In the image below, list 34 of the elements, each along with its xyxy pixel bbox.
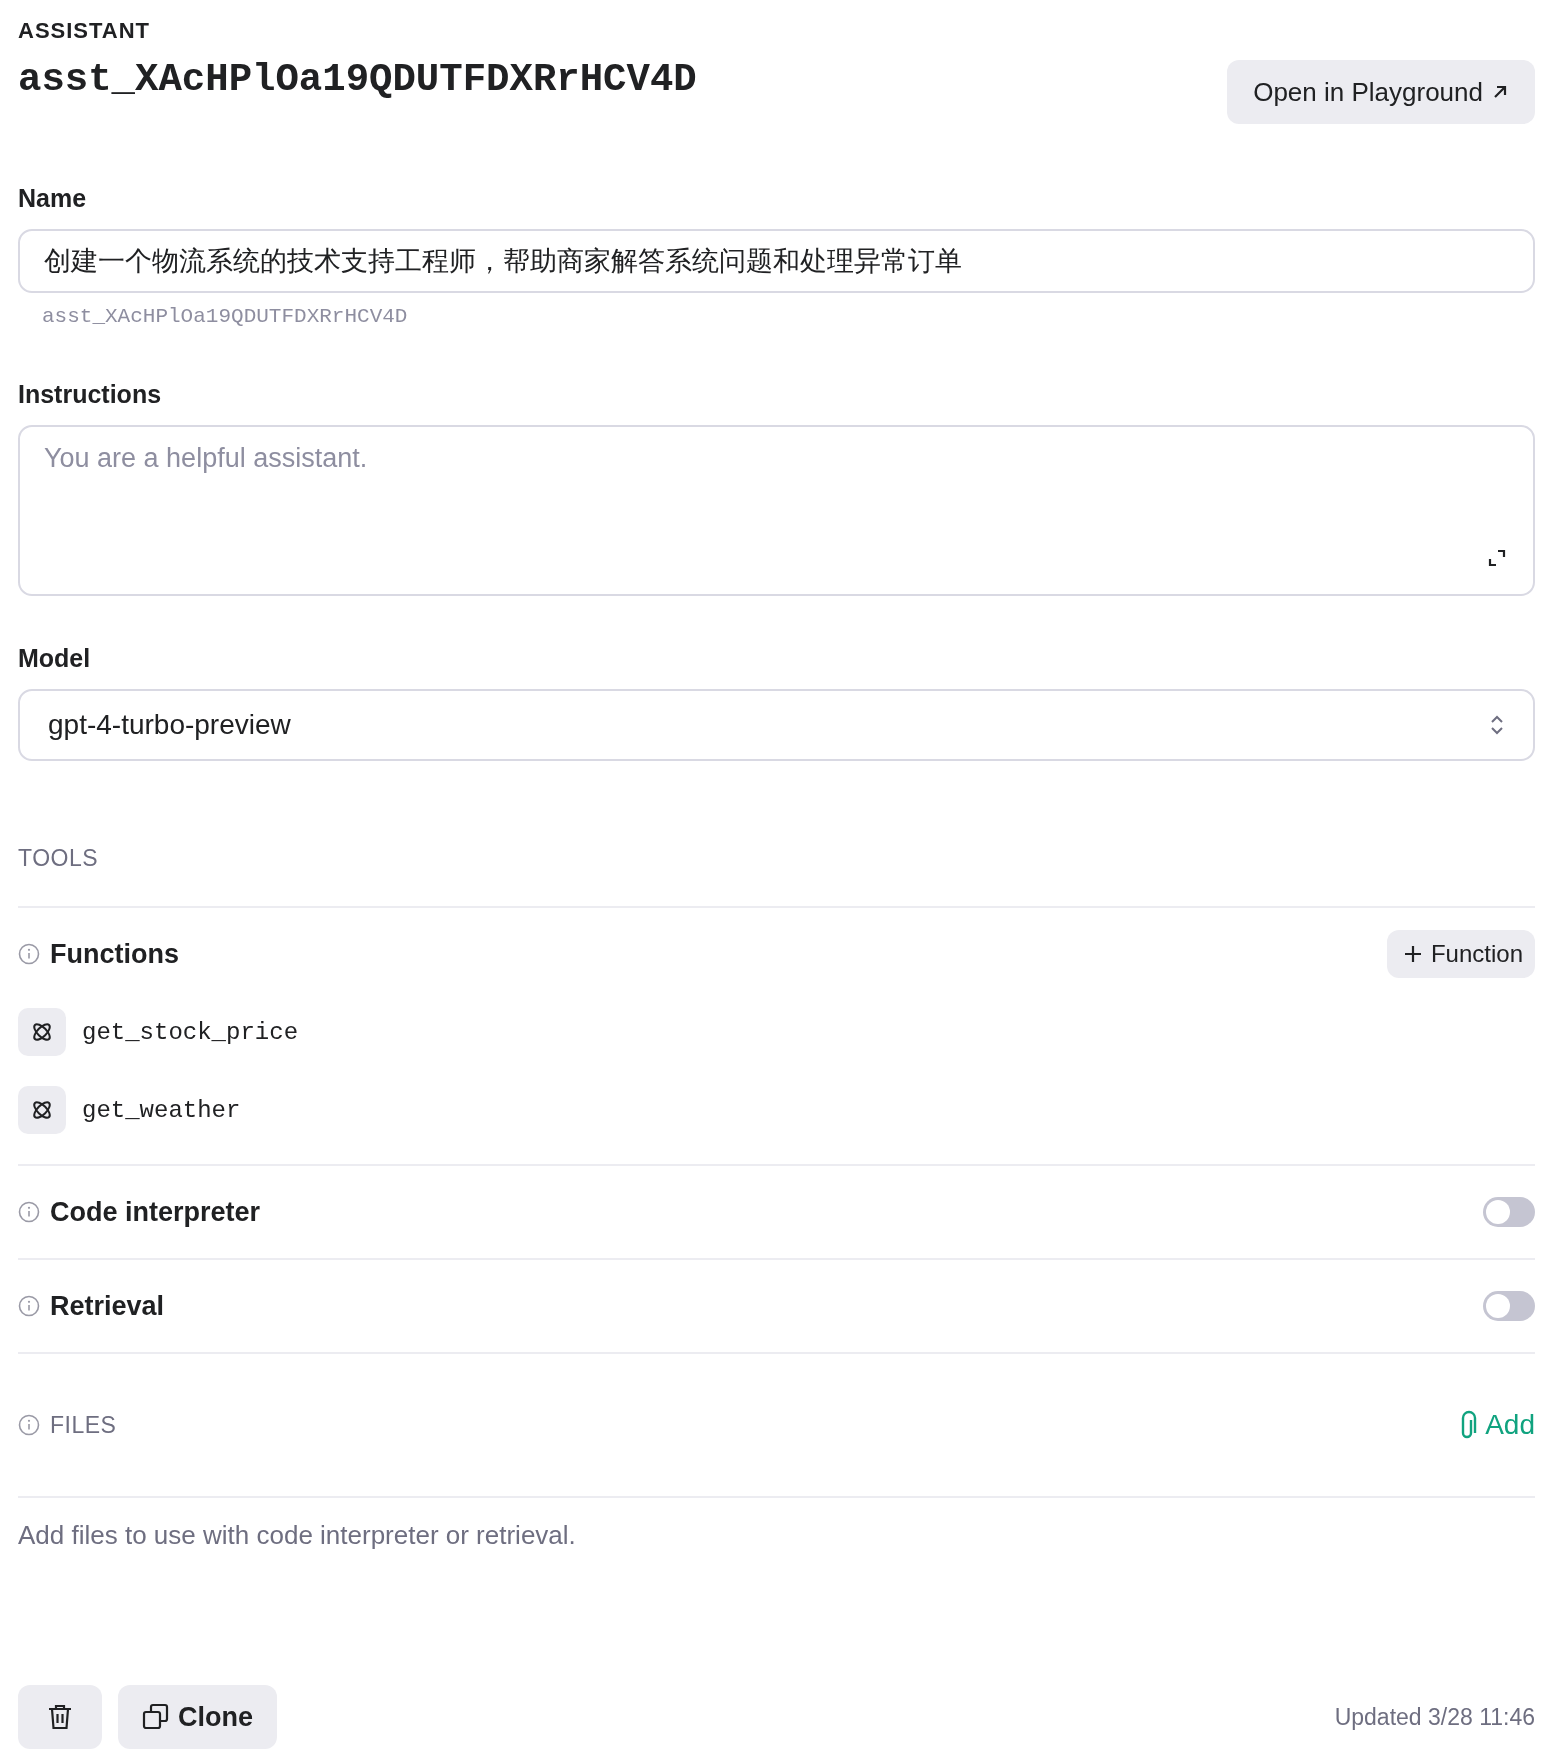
- plus-icon: [1402, 944, 1423, 964]
- name-field[interactable]: 创建一个物流系统的技术支持工程师，帮助商家解答系统问题和处理异常订单: [18, 229, 1535, 293]
- field-label: Name: [18, 184, 88, 213]
- info-icon[interactable]: [18, 1295, 40, 1317]
- function-name[interactable]: get_weather: [82, 1096, 241, 1124]
- updated-timestamp: Updated 3/28 11:46: [1334, 1703, 1535, 1731]
- toggle-switch[interactable]: [1483, 1291, 1535, 1321]
- info-icon[interactable]: [18, 1201, 40, 1223]
- expand-icon[interactable]: [1487, 548, 1507, 568]
- field-label: Model: [18, 644, 92, 673]
- delete-button[interactable]: [18, 1685, 102, 1749]
- open-playground-button[interactable]: Open in Playground: [1227, 60, 1535, 124]
- tool-label: Retrieval: [50, 1290, 165, 1322]
- section-heading: TOOLS: [18, 845, 100, 872]
- function-icon[interactable]: [18, 1086, 66, 1134]
- trash-icon: [47, 1703, 73, 1731]
- tool-label: Code interpreter: [50, 1196, 261, 1228]
- model-select[interactable]: gpt-4-turbo-preview: [18, 689, 1535, 761]
- tool-label: Functions: [50, 938, 179, 970]
- chevron-updown-icon: [1489, 713, 1505, 737]
- section-label: ASSISTANT: [18, 18, 152, 44]
- info-icon[interactable]: [18, 1414, 40, 1436]
- add-function-button[interactable]: Function: [1386, 930, 1535, 978]
- files-empty-text: Add files to use with code interpreter or retrieval.: [18, 1520, 577, 1551]
- assistant-id-text: asst_XAcHPlOa19QDUTFDXRrHCV4D: [42, 305, 409, 328]
- clone-button[interactable]: Clone: [118, 1685, 277, 1749]
- info-icon[interactable]: [18, 943, 40, 965]
- function-icon[interactable]: [18, 1008, 66, 1056]
- assistant-id-title: asst_XAcHPlOa19QDUTFDXRrHCV4D: [18, 58, 697, 102]
- field-label: Instructions: [18, 380, 163, 409]
- section-heading: FILES: [50, 1411, 117, 1439]
- toggle-switch[interactable]: [1483, 1197, 1535, 1227]
- copy-icon: [142, 1703, 170, 1731]
- function-name[interactable]: get_stock_price: [82, 1018, 299, 1046]
